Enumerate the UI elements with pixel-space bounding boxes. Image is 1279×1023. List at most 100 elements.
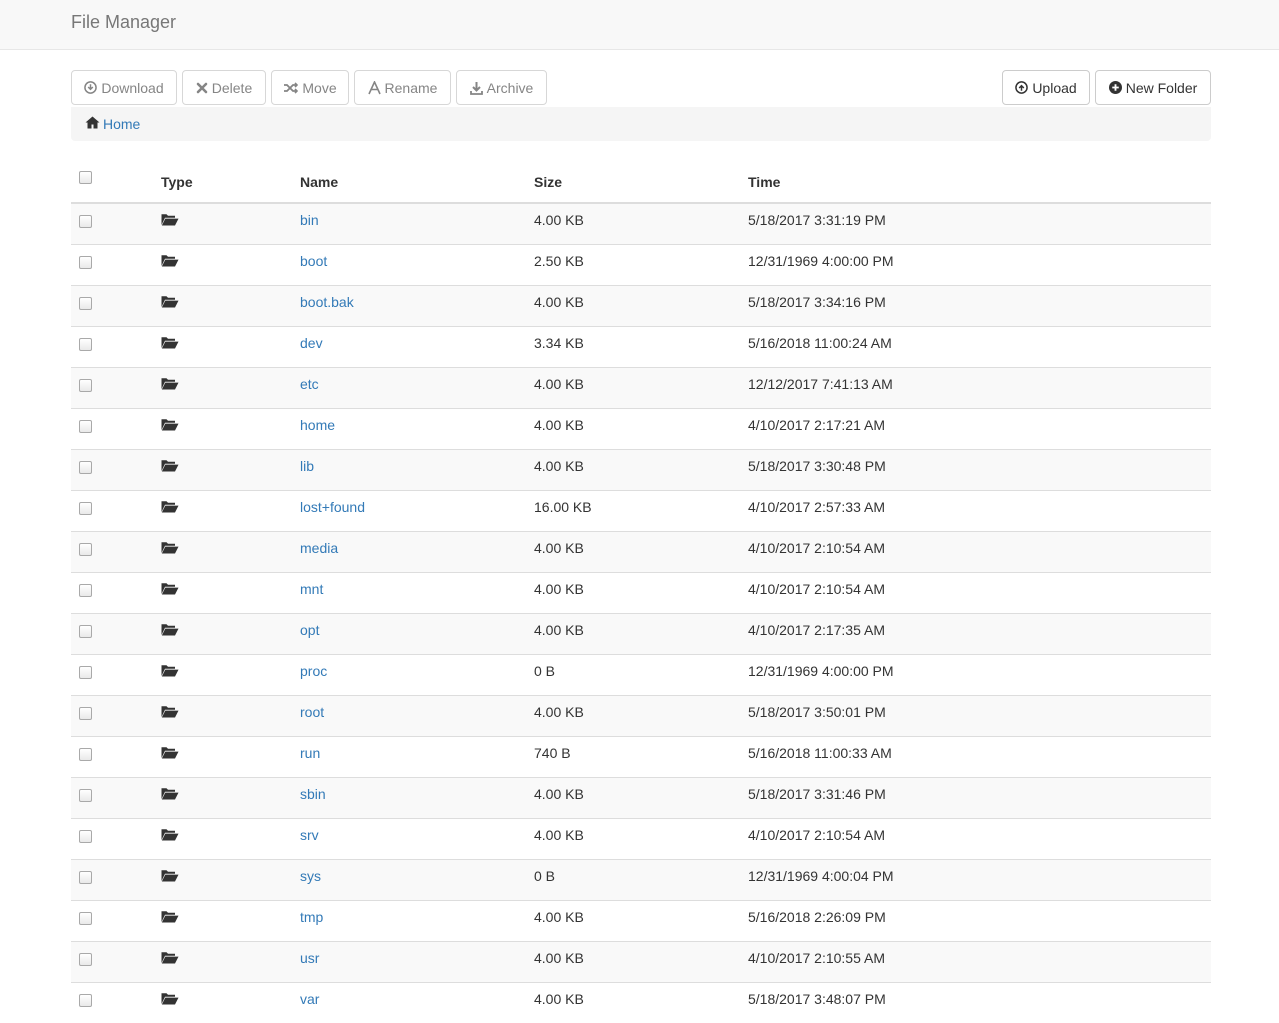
file-name-link[interactable]: sbin <box>300 786 326 802</box>
archive-button[interactable]: Archive <box>456 70 547 105</box>
download-button[interactable]: Download <box>71 70 177 105</box>
file-time: 12/12/2017 7:41:13 AM <box>748 375 893 392</box>
file-size: 4.00 KB <box>534 416 584 433</box>
folder-open-icon <box>161 787 179 803</box>
row-checkbox[interactable] <box>79 911 92 925</box>
new-folder-button[interactable]: New Folder <box>1095 70 1211 105</box>
row-checkbox[interactable] <box>79 665 92 679</box>
font-icon <box>367 80 381 95</box>
table-row[interactable]: proc 0 B 12/31/1969 4:00:00 PM <box>71 653 1211 695</box>
row-checkbox[interactable] <box>79 993 92 1007</box>
rename-label: Rename <box>384 79 438 96</box>
file-time: 5/16/2018 11:00:33 AM <box>748 744 892 761</box>
table-row[interactable]: var 4.00 KB 5/18/2017 3:48:07 PM <box>71 981 1211 1023</box>
column-header-name[interactable]: Name <box>300 163 534 204</box>
table-row[interactable]: lib 4.00 KB 5/18/2017 3:30:48 PM <box>71 448 1211 490</box>
table-row[interactable]: media 4.00 KB 4/10/2017 2:10:54 AM <box>71 530 1211 572</box>
row-checkbox[interactable] <box>79 460 92 474</box>
upload-circle-icon <box>1015 81 1029 94</box>
file-name-link[interactable]: sys <box>300 868 321 884</box>
row-checkbox[interactable] <box>79 542 92 556</box>
table-row[interactable]: opt 4.00 KB 4/10/2017 2:17:35 AM <box>71 612 1211 654</box>
folder-open-icon <box>161 582 179 598</box>
file-name-link[interactable]: lib <box>300 458 314 474</box>
file-size: 4.00 KB <box>534 621 584 638</box>
breadcrumb-home[interactable]: Home <box>85 116 140 132</box>
row-checkbox[interactable] <box>79 952 92 966</box>
row-checkbox[interactable] <box>79 583 92 597</box>
row-checkbox[interactable] <box>79 378 92 392</box>
file-name-link[interactable]: srv <box>300 827 319 843</box>
file-name-link[interactable]: bin <box>300 212 319 228</box>
row-checkbox[interactable] <box>79 870 92 884</box>
file-name-link[interactable]: var <box>300 991 319 1007</box>
file-size: 0 B <box>534 867 556 884</box>
table-row[interactable]: etc 4.00 KB 12/12/2017 7:41:13 AM <box>71 366 1211 408</box>
table-row[interactable]: sys 0 B 12/31/1969 4:00:04 PM <box>71 858 1211 900</box>
delete-button[interactable]: Delete <box>182 70 266 105</box>
file-name-link[interactable]: home <box>300 417 335 433</box>
folder-open-icon <box>161 705 179 721</box>
file-time: 12/31/1969 4:00:00 PM <box>748 662 894 679</box>
folder-open-icon <box>161 295 179 311</box>
table-row[interactable]: run 740 B 5/16/2018 11:00:33 AM <box>71 735 1211 777</box>
table-row[interactable]: sbin 4.00 KB 5/18/2017 3:31:46 PM <box>71 776 1211 818</box>
file-name-link[interactable]: run <box>300 745 320 761</box>
row-checkbox[interactable] <box>79 337 92 351</box>
table-row[interactable]: lost+found 16.00 KB 4/10/2017 2:57:33 AM <box>71 489 1211 531</box>
row-checkbox[interactable] <box>79 296 92 310</box>
plus-circle-icon <box>1108 81 1122 94</box>
row-checkbox[interactable] <box>79 788 92 802</box>
table-row[interactable]: bin 4.00 KB 5/18/2017 3:31:19 PM <box>71 202 1211 244</box>
file-time: 5/16/2018 11:00:24 AM <box>748 334 892 351</box>
file-name-link[interactable]: usr <box>300 950 319 966</box>
select-all-checkbox[interactable] <box>79 171 92 184</box>
breadcrumb: Home <box>71 107 1211 141</box>
row-checkbox[interactable] <box>79 706 92 720</box>
row-checkbox[interactable] <box>79 214 92 228</box>
table-row[interactable]: tmp 4.00 KB 5/16/2018 2:26:09 PM <box>71 899 1211 941</box>
file-name-link[interactable]: boot <box>300 253 327 269</box>
table-row[interactable]: home 4.00 KB 4/10/2017 2:17:21 AM <box>71 407 1211 449</box>
column-header-time[interactable]: Time <box>748 163 1211 204</box>
folder-open-icon <box>161 951 179 967</box>
folder-open-icon <box>161 869 179 885</box>
column-header-type[interactable]: Type <box>161 163 300 204</box>
file-name-link[interactable]: dev <box>300 335 323 351</box>
rename-button[interactable]: Rename <box>354 70 451 105</box>
toolbar: Download Delete Move Rename Archive Uplo… <box>71 70 1211 105</box>
file-name-link[interactable]: lost+found <box>300 499 365 515</box>
table-row[interactable]: root 4.00 KB 5/18/2017 3:50:01 PM <box>71 694 1211 736</box>
file-time: 5/18/2017 3:48:07 PM <box>748 990 886 1007</box>
row-checkbox[interactable] <box>79 624 92 638</box>
table-row[interactable]: boot 2.50 KB 12/31/1969 4:00:00 PM <box>71 243 1211 285</box>
table-row[interactable]: usr 4.00 KB 4/10/2017 2:10:55 AM <box>71 940 1211 982</box>
table-row[interactable]: dev 3.34 KB 5/16/2018 11:00:24 AM <box>71 325 1211 367</box>
file-name-link[interactable]: media <box>300 540 338 556</box>
row-checkbox[interactable] <box>79 501 92 515</box>
column-header-size[interactable]: Size <box>534 163 748 204</box>
file-name-link[interactable]: etc <box>300 376 319 392</box>
row-checkbox[interactable] <box>79 419 92 433</box>
file-size: 4.00 KB <box>534 949 584 966</box>
folder-open-icon <box>161 336 179 352</box>
home-icon <box>85 116 100 132</box>
folder-open-icon <box>161 213 179 229</box>
app-title[interactable]: File Manager <box>71 12 176 33</box>
upload-button[interactable]: Upload <box>1002 70 1090 105</box>
file-name-link[interactable]: mnt <box>300 581 323 597</box>
file-name-link[interactable]: boot.bak <box>300 294 354 310</box>
file-name-link[interactable]: tmp <box>300 909 323 925</box>
upload-label: Upload <box>1032 79 1077 96</box>
table-row[interactable]: mnt 4.00 KB 4/10/2017 2:10:54 AM <box>71 571 1211 613</box>
file-name-link[interactable]: opt <box>300 622 319 638</box>
table-row[interactable]: srv 4.00 KB 4/10/2017 2:10:54 AM <box>71 817 1211 859</box>
row-checkbox[interactable] <box>79 255 92 269</box>
file-name-link[interactable]: root <box>300 704 324 720</box>
row-checkbox[interactable] <box>79 747 92 761</box>
file-time: 4/10/2017 2:10:54 AM <box>748 539 885 556</box>
file-name-link[interactable]: proc <box>300 663 327 679</box>
move-button[interactable]: Move <box>271 70 349 105</box>
row-checkbox[interactable] <box>79 829 92 843</box>
table-row[interactable]: boot.bak 4.00 KB 5/18/2017 3:34:16 PM <box>71 284 1211 326</box>
